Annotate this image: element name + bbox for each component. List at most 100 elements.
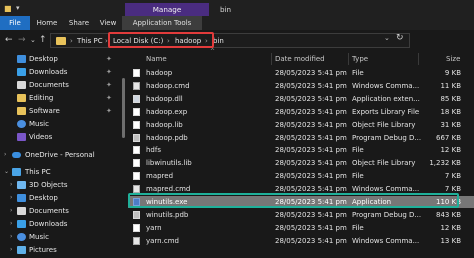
cell-name: winutils.pdb [146,210,189,219]
chevron-right-icon[interactable]: › [10,217,12,231]
up-arrow-icon[interactable]: ↑ [39,34,47,46]
cell-name: hadoop [146,69,173,77]
table-row[interactable]: libwinutils.lib 28/05/2023 5:41 pm Object … [128,157,474,169]
sidebar-item-label: OneDrive - Personal [25,151,95,159]
sidebar-item-software[interactable]: Software ✦ [0,104,120,118]
forward-arrow-icon[interactable]: → [18,34,26,46]
desktop-icon [17,194,26,202]
table-row[interactable]: hdfs 28/05/2023 5:41 pm File 12 KB [128,144,474,156]
cell-name: hadoop.pdb [146,133,188,142]
tab-application-tools[interactable]: Application Tools [122,16,202,30]
sidebar-item-downloads-pc[interactable]: › Downloads [0,217,120,231]
tab-share[interactable]: Share [64,16,94,30]
pdb-icon [133,210,140,219]
cell-date: 28/05/2023 5:41 pm [275,120,347,129]
sidebar-item-label: Editing [29,94,54,102]
address-bar[interactable]: › This PC › Local Disk (C:) › hadoop › b… [50,33,410,48]
sidebar-item-pictures[interactable]: › Pictures [0,243,120,257]
table-row[interactable]: hadoop.lib 28/05/2023 5:41 pm Object File … [128,119,474,131]
tab-file[interactable]: File [0,16,30,30]
pdb-icon [133,133,140,142]
file-icon [133,223,140,232]
navigation-scrollbar[interactable] [120,50,128,258]
column-divider[interactable] [271,53,272,65]
table-row[interactable]: hadoop.pdb 28/05/2023 5:41 pm Program Debu… [128,132,474,144]
sidebar-item-onedrive[interactable]: › OneDrive - Personal [0,148,120,162]
table-row[interactable]: hadoop.dll 28/05/2023 5:41 pm Application … [128,93,474,105]
file-icon [133,107,140,116]
address-dropdown-icon[interactable]: ⌄ [384,34,390,42]
tab-view[interactable]: View [94,16,122,30]
sidebar-item-music[interactable]: Music [0,117,120,131]
recent-locations-chevron-icon[interactable]: ⌄ [30,34,36,46]
sidebar-item-label: Music [29,120,49,128]
column-header-date[interactable]: Date modified [275,53,325,65]
scrollbar-thumb[interactable] [122,78,125,138]
table-row[interactable]: yarn.cmd 28/05/2023 5:41 pm Windows Comma.… [128,235,474,247]
sidebar-item-label: Desktop [29,55,58,63]
sidebar-item-this-pc[interactable]: ⌄ This PC [0,165,120,179]
cell-name: hadoop.lib [146,120,183,129]
sidebar-item-label: Downloads [29,220,68,228]
sidebar-item-documents-pc[interactable]: › Documents [0,204,120,218]
cell-size: 7 KB [444,172,461,181]
sidebar-item-editing[interactable]: Editing ✦ [0,91,120,105]
downloads-icon [17,220,26,228]
chevron-right-icon[interactable]: › [10,230,12,244]
folder-icon [56,37,66,45]
dll-icon [133,94,140,103]
sidebar-item-label: Pictures [29,246,57,254]
videos-icon [17,133,26,141]
chevron-down-icon[interactable]: ⌄ [4,165,9,179]
table-row[interactable]: hadoop.exp 28/05/2023 5:41 pm Exports Libr… [128,106,474,118]
table-row[interactable]: yarn 28/05/2023 5:41 pm File 12 KB [128,222,474,234]
chevron-right-icon[interactable]: › [10,204,12,218]
cell-name: hadoop.exp [146,107,188,116]
breadcrumb-bin[interactable]: bin [213,35,224,47]
cell-size: 843 KB [436,210,461,219]
column-header-name[interactable]: Name [146,53,167,65]
refresh-icon[interactable]: ↻ [396,33,404,43]
sidebar-item-label: 3D Objects [29,181,68,189]
pictures-icon [17,246,26,254]
downloads-icon [17,68,26,76]
sidebar-item-videos[interactable]: Videos [0,130,120,144]
table-row[interactable]: winutils.pdb 28/05/2023 5:41 pm Program De… [128,209,474,221]
pin-icon[interactable]: ✦ [106,91,112,105]
chevron-right-icon[interactable]: › [10,178,12,192]
pin-icon[interactable]: ✦ [106,65,112,79]
manage-tab[interactable]: Manage [125,3,209,16]
cube-icon [17,181,26,189]
chevron-right-icon[interactable]: › [10,243,12,257]
chevron-right-icon[interactable]: › [4,148,6,162]
pin-icon[interactable]: ✦ [106,52,112,66]
music-icon [17,120,26,128]
breadcrumb-separator-icon: › [70,37,73,45]
pin-icon[interactable]: ✦ [106,78,112,92]
sidebar-item-3d-objects[interactable]: › 3D Objects [0,178,120,192]
breadcrumb-this-pc[interactable]: This PC [77,35,103,47]
sidebar-item-desktop[interactable]: Desktop ✦ [0,52,120,66]
table-row[interactable]: hadoop.cmd 28/05/2023 5:41 pm Windows Comm… [128,80,474,92]
cell-size: 11 KB [440,81,461,90]
sidebar-item-documents[interactable]: Documents ✦ [0,78,120,92]
quick-access-dropdown-icon[interactable]: ▾ [16,4,20,12]
sidebar-item-label: Music [29,233,49,241]
sidebar-item-downloads[interactable]: Downloads ✦ [0,65,120,79]
sidebar-item-music-pc[interactable]: › Music [0,230,120,244]
tab-home[interactable]: Home [30,16,64,30]
sidebar-item-desktop-pc[interactable]: › Desktop [0,191,120,205]
column-divider[interactable] [418,53,419,65]
file-icon [133,146,140,155]
back-arrow-icon[interactable]: ← [5,34,13,46]
column-header-size[interactable]: Size [446,53,460,65]
table-row[interactable]: mapred 28/05/2023 5:41 pm File 7 KB [128,170,474,182]
pin-icon[interactable]: ✦ [106,104,112,118]
address-highlight [108,32,214,48]
cell-date: 28/05/2023 5:41 pm [275,236,347,245]
table-row[interactable]: hadoop 28/05/2023 5:41 pm File 9 KB [128,67,474,79]
column-header-type[interactable]: Type [352,53,368,65]
column-divider[interactable] [348,53,349,65]
chevron-right-icon[interactable]: › [10,191,12,205]
cell-date: 28/05/2023 5:41 pm [275,172,347,181]
